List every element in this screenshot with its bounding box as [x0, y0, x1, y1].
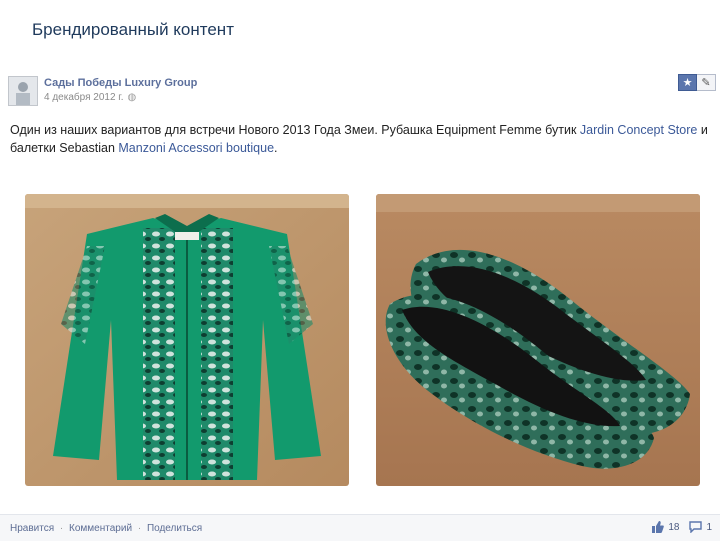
comment-icon[interactable]	[689, 521, 703, 533]
link-manzoni-accessori[interactable]: Manzoni Accessori boutique	[118, 141, 274, 155]
footer-links: Нравится · Комментарий · Поделиться	[10, 523, 202, 534]
comments-count[interactable]: 1	[706, 522, 712, 533]
post-text-part: .	[274, 141, 278, 155]
link-jardin-concept-store[interactable]: Jardin Concept Store	[580, 123, 697, 137]
avatar-image	[9, 77, 37, 105]
like-link[interactable]: Нравится	[10, 523, 54, 534]
page-avatar[interactable]	[8, 76, 38, 106]
flats-image	[376, 194, 700, 486]
post-text-part: Один из наших вариантов для встречи Ново…	[10, 123, 580, 137]
separator: ·	[59, 523, 64, 534]
post-footer: Нравится · Комментарий · Поделиться 18 1	[0, 514, 720, 541]
share-link[interactable]: Поделиться	[147, 523, 202, 534]
post-author[interactable]: Сады Победы Luxury Group	[44, 77, 197, 89]
post-text: Один из наших вариантов для встречи Ново…	[10, 121, 710, 157]
likes-count[interactable]: 18	[668, 522, 679, 533]
thumbs-up-icon[interactable]	[651, 521, 665, 533]
globe-icon: ◍	[127, 92, 137, 103]
separator: ·	[137, 523, 142, 534]
post-date-row: 4 декабря 2012 г. ◍	[44, 92, 136, 103]
pencil-icon[interactable]: ✎	[697, 74, 716, 91]
footer-stats: 18 1	[651, 521, 712, 533]
shirt-photo[interactable]	[25, 194, 349, 486]
flats-photo[interactable]	[376, 194, 700, 486]
facebook-post: Сады Победы Luxury Group 4 декабря 2012 …	[0, 68, 720, 541]
star-icon[interactable]: ★	[678, 74, 697, 91]
post-actions: ★ ✎	[678, 74, 716, 91]
slide-title: Брендированный контент	[32, 20, 234, 39]
post-date[interactable]: 4 декабря 2012 г.	[44, 92, 124, 103]
shirt-image	[25, 194, 349, 486]
comment-link[interactable]: Комментарий	[69, 523, 132, 534]
